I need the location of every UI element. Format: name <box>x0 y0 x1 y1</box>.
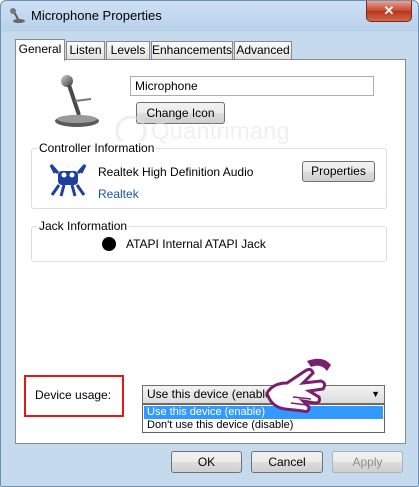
option-disable[interactable]: Don't use this device (disable) <box>144 419 383 432</box>
microphone-device-icon <box>55 75 99 127</box>
jack-color-indicator <box>102 237 116 251</box>
properties-button[interactable]: Properties <box>302 161 375 182</box>
ok-button[interactable]: OK <box>171 451 242 473</box>
tab-listen[interactable]: Listen <box>66 41 105 59</box>
window-title: Microphone Properties <box>31 8 162 23</box>
device-usage-selected: Use this device (enable) <box>147 387 276 401</box>
apply-button[interactable]: Apply <box>332 451 403 473</box>
microphone-icon <box>10 8 25 23</box>
close-icon: ✕ <box>383 3 395 18</box>
device-usage-label: Device usage: <box>35 388 112 402</box>
realtek-crab-icon <box>49 164 87 197</box>
tab-advanced[interactable]: Advanced <box>234 41 292 59</box>
jack-name: ATAPI Internal ATAPI Jack <box>126 237 266 251</box>
close-button[interactable]: ✕ <box>366 1 412 22</box>
pointing-hand-icon <box>265 358 331 413</box>
dialog-window: Microphone Properties ✕ General Listen L… <box>0 0 419 487</box>
controller-vendor-link[interactable]: Realtek <box>98 187 139 201</box>
tab-enhancements[interactable]: Enhancements <box>151 41 233 59</box>
cancel-button[interactable]: Cancel <box>251 451 323 473</box>
controller-info-title: Controller Information <box>37 141 157 155</box>
title-bar[interactable]: Microphone Properties ✕ <box>1 1 418 31</box>
controller-name: Realtek High Definition Audio <box>98 165 254 179</box>
svg-text:Quantrimang: Quantrimang <box>151 118 290 145</box>
jack-info-title: Jack Information <box>37 219 130 233</box>
tab-levels[interactable]: Levels <box>106 41 150 59</box>
dropdown-arrow-icon[interactable]: ▼ <box>371 386 380 403</box>
device-name-field[interactable]: Microphone <box>130 76 374 96</box>
tab-general[interactable]: General <box>15 39 65 61</box>
